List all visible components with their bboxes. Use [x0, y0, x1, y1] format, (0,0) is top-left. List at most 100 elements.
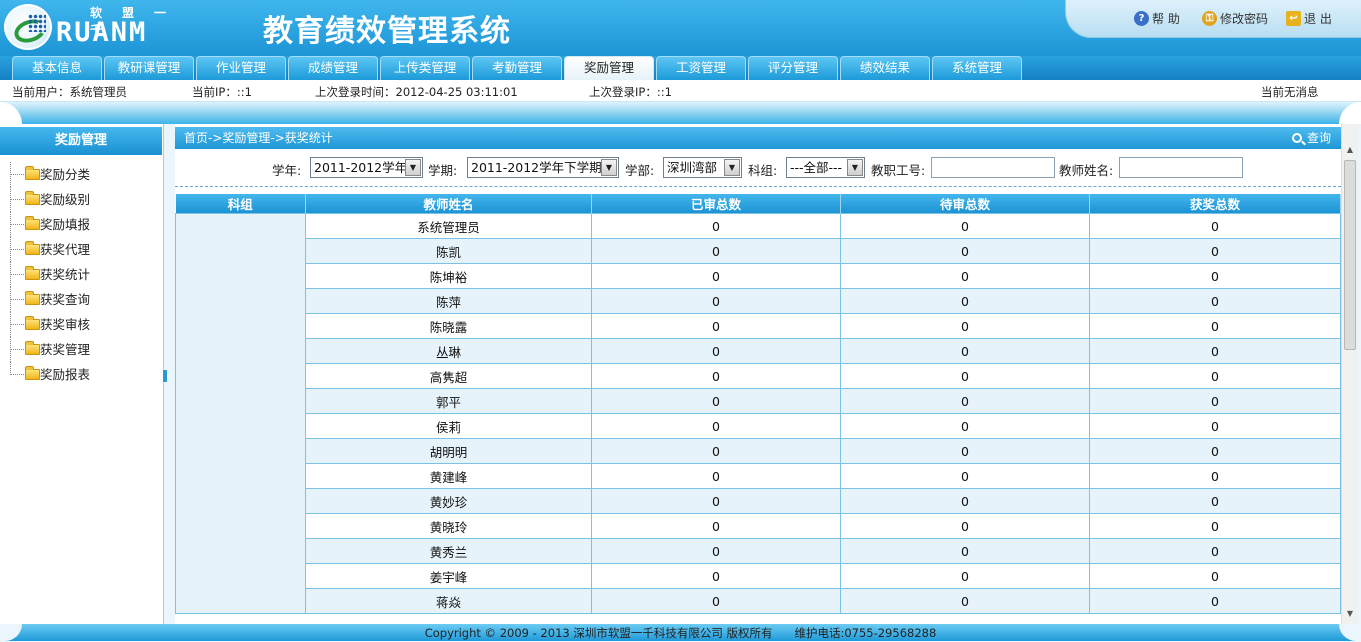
sidebar-item-reward-report[interactable]: 奖励报表 [10, 362, 160, 387]
subject-group-cell [175, 213, 306, 614]
teacher-name-cell: 胡明明 [305, 438, 592, 464]
chevron-down-icon: ▼ [405, 159, 421, 176]
teacher-name-cell: 系统管理员 [305, 213, 592, 239]
reviewed-total-cell: 0 [591, 388, 841, 414]
user-info-bar: 当前用户：系统管理员 当前IP：::1 上次登录时间：2012-04-25 03… [0, 80, 1361, 102]
teacher-name-cell: 黄妙珍 [305, 488, 592, 514]
staff-id-input[interactable] [931, 157, 1055, 178]
teacher-name-cell: 黄晓玲 [305, 513, 592, 539]
reviewed-total-cell: 0 [591, 513, 841, 539]
reviewed-total-cell: 0 [591, 413, 841, 439]
teacher-name-input[interactable] [1119, 157, 1243, 178]
folder-icon [25, 266, 40, 280]
sidebar-item-label: 获奖查询 [40, 292, 91, 307]
sidebar-item-reward-level[interactable]: 奖励级别 [10, 187, 160, 212]
reviewed-total-cell: 0 [591, 463, 841, 489]
query-button[interactable]: 查询 [1291, 127, 1331, 149]
pending-total-cell: 0 [840, 588, 1090, 614]
key-icon: ⚿ [1202, 11, 1217, 26]
sidebar-item-award-management[interactable]: 获奖管理 [10, 337, 160, 362]
message-status: 当前无消息 [1261, 85, 1319, 99]
department-label: 学部: [625, 163, 655, 178]
teacher-name-cell: 高隽超 [305, 363, 592, 389]
tab-teaching-research[interactable]: 教研课管理 [104, 56, 194, 80]
teacher-name-cell: 黄建峰 [305, 463, 592, 489]
sidebar-collapse-handle[interactable] [163, 370, 167, 382]
table-row: 姜宇峰 0 0 0 [176, 563, 1341, 589]
current-ip: 当前IP：::1 [192, 85, 252, 99]
folder-icon [25, 291, 40, 305]
sidebar-item-reward-category[interactable]: 奖励分类 [10, 162, 160, 187]
subject-group-select-value: ---全部--- [790, 160, 843, 175]
pending-total-cell: 0 [840, 413, 1090, 439]
reviewed-total-cell: 0 [591, 363, 841, 389]
column-header-pending-total: 待审总数 [840, 194, 1090, 214]
app-header: 软盟一千 RUANM 教育绩效管理系统 ? 帮 助 ⚿ 修改密码 ↩ 退 出 [0, 0, 1361, 56]
table-row: 陈晓露 0 0 0 [176, 313, 1341, 339]
sidebar-item-award-query[interactable]: 获奖查询 [10, 287, 160, 312]
sidebar-item-label: 奖励级别 [40, 192, 91, 207]
last-login-time: 上次登录时间：2012-04-25 03:11:01 [315, 85, 518, 99]
current-user: 当前用户：系统管理员 [12, 85, 127, 99]
tab-grades[interactable]: 成绩管理 [288, 56, 378, 80]
tab-system[interactable]: 系统管理 [932, 56, 1022, 80]
last-login-ip: 上次登录IP：::1 [589, 85, 672, 99]
term-select[interactable]: 2011-2012学年下学期 ▼ [467, 157, 619, 178]
system-title: 教育绩效管理系统 [263, 14, 511, 49]
scrollbar-thumb[interactable] [1344, 160, 1356, 350]
tab-homework[interactable]: 作业管理 [196, 56, 286, 80]
award-total-cell: 0 [1089, 438, 1341, 464]
year-select[interactable]: 2011-2012学年 ▼ [310, 157, 423, 178]
tab-performance-results[interactable]: 绩效结果 [840, 56, 930, 80]
logout-link[interactable]: ↩ 退 出 [1286, 10, 1332, 27]
table-row: 黄妙珍 0 0 0 [176, 488, 1341, 514]
tab-attendance[interactable]: 考勤管理 [472, 56, 562, 80]
query-label: 查询 [1306, 131, 1331, 145]
sidebar-item-award-statistics[interactable]: 获奖统计 [10, 262, 160, 287]
sidebar-tree: 奖励分类 奖励级别 奖励填报 获奖代理 获奖统计 获奖查询 获奖审核 获奖管理 … [10, 162, 160, 387]
sidebar-item-label: 获奖统计 [40, 267, 91, 282]
reviewed-total-cell: 0 [591, 438, 841, 464]
subject-group-label: 科组: [748, 163, 778, 178]
award-total-cell: 0 [1089, 563, 1341, 589]
pending-total-cell: 0 [840, 313, 1090, 339]
column-header-award-total: 获奖总数 [1089, 194, 1341, 214]
staff-id-label: 教职工号: [871, 163, 926, 178]
table-row: 黄秀兰 0 0 0 [176, 538, 1341, 564]
table-row: 黄建峰 0 0 0 [176, 463, 1341, 489]
folder-icon [25, 191, 40, 205]
award-total-cell: 0 [1089, 263, 1341, 289]
main-content: 首页->奖励管理->获奖统计 查询 学年: 2011-2012学年 ▼ 学期: 2… [175, 124, 1358, 624]
table-row: 陈萍 0 0 0 [176, 288, 1341, 314]
sidebar-item-award-proxy[interactable]: 获奖代理 [10, 237, 160, 262]
tab-rewards[interactable]: 奖励管理 [564, 56, 654, 80]
tab-scoring[interactable]: 评分管理 [748, 56, 838, 80]
change-password-link[interactable]: ⚿ 修改密码 [1202, 10, 1268, 27]
teacher-name-cell: 陈晓露 [305, 313, 592, 339]
teacher-name-cell: 陈凯 [305, 238, 592, 264]
sidebar-item-reward-entry[interactable]: 奖励填报 [10, 212, 160, 237]
tab-salary[interactable]: 工资管理 [656, 56, 746, 80]
table-row: 黄晓玲 0 0 0 [176, 513, 1341, 539]
sidebar-item-label: 奖励报表 [40, 367, 91, 382]
pending-total-cell: 0 [840, 213, 1090, 239]
subject-group-select[interactable]: ---全部--- ▼ [786, 157, 865, 178]
teacher-name-cell: 姜宇峰 [305, 563, 592, 589]
award-total-cell: 0 [1089, 213, 1341, 239]
reviewed-total-cell: 0 [591, 263, 841, 289]
tab-uploads[interactable]: 上传类管理 [380, 56, 470, 80]
teacher-name-cell: 侯莉 [305, 413, 592, 439]
award-total-cell: 0 [1089, 513, 1341, 539]
department-select[interactable]: 深圳湾部 ▼ [663, 157, 742, 178]
table-header-row: 科组 教师姓名 已审总数 待审总数 获奖总数 [175, 194, 1341, 214]
logo-english-text: RUANM [56, 17, 148, 48]
scroll-down-icon[interactable]: ▼ [1344, 608, 1356, 620]
tab-basic-info[interactable]: 基本信息 [12, 56, 102, 80]
teacher-name-cell: 蒋焱 [305, 588, 592, 614]
vertical-scrollbar[interactable]: ▲ ▼ [1341, 124, 1358, 624]
table-row: 系统管理员 0 0 0 [175, 213, 1341, 614]
scroll-up-icon[interactable]: ▲ [1344, 144, 1356, 156]
sidebar-item-award-review[interactable]: 获奖审核 [10, 312, 160, 337]
help-link[interactable]: ? 帮 助 [1134, 10, 1180, 27]
award-total-cell: 0 [1089, 338, 1341, 364]
